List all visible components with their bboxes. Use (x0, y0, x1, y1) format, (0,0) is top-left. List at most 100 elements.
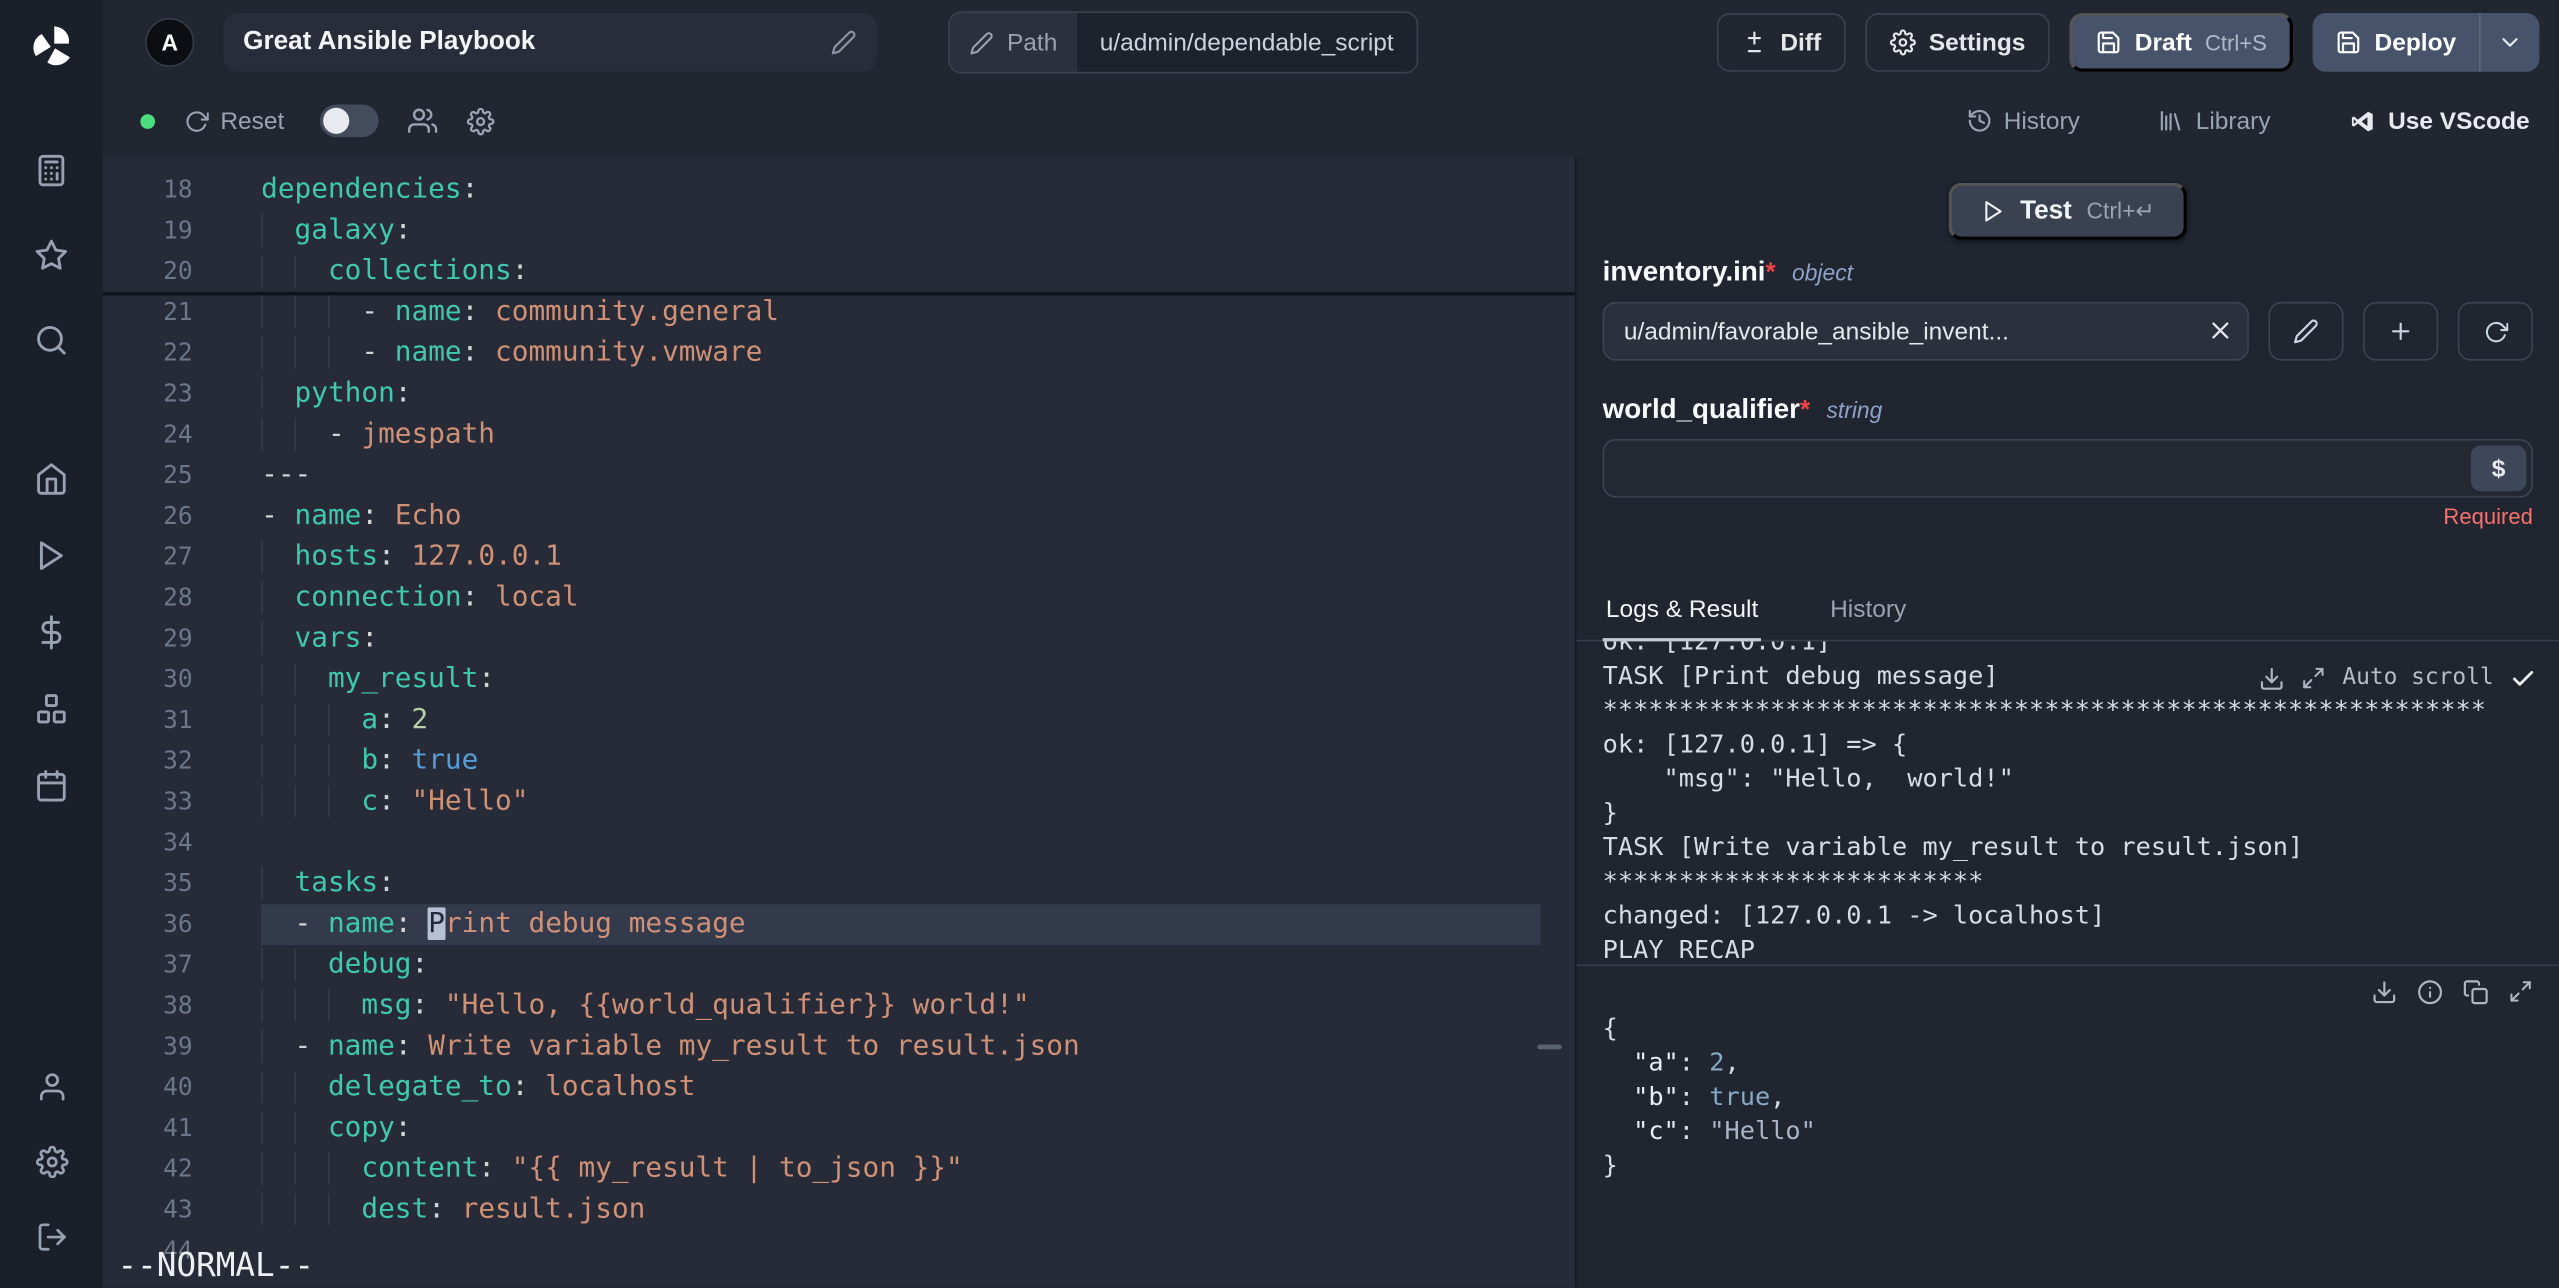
deploy-button[interactable]: Deploy (2313, 13, 2479, 72)
code-text[interactable]: tasks: (261, 863, 1540, 904)
path-group[interactable]: Path u/admin/dependable_script (948, 11, 1419, 74)
script-title-box[interactable]: Great Ansible Playbook (223, 13, 877, 72)
inventory-resource-input[interactable] (1602, 301, 2249, 361)
expand-result-icon[interactable] (2508, 979, 2532, 1005)
editor-line[interactable]: 37 debug: (103, 945, 1575, 986)
multiplayer-users-icon[interactable] (408, 106, 437, 135)
code-text[interactable]: dest: result.json (261, 1190, 1540, 1231)
edit-resource-button[interactable] (2268, 301, 2344, 361)
code-editor[interactable]: 18 dependencies: 19 galaxy: 20 collections:… (102, 156, 1575, 1288)
diff-button[interactable]: Diff (1716, 13, 1846, 72)
code-text[interactable]: - name: community.vmware (261, 333, 1540, 374)
tab-logs-result[interactable]: Logs & Result (1602, 581, 1762, 642)
code-text[interactable]: copy: (261, 1108, 1540, 1149)
editor-line[interactable]: 39 - name: Write variable my_result to r… (103, 1027, 1575, 1068)
editor-line[interactable]: 18 dependencies: (103, 170, 1575, 211)
editor-line[interactable]: 30 my_result: (103, 659, 1575, 700)
tab-history[interactable]: History (1827, 581, 1910, 640)
code-text[interactable]: a: 2 (261, 700, 1540, 741)
code-text[interactable]: dependencies: (261, 170, 1540, 211)
editor-line[interactable]: 36 - name: Print debug message (103, 904, 1575, 945)
schedules-calendar-icon[interactable] (0, 747, 103, 824)
editor-settings-gear-icon[interactable] (467, 107, 495, 135)
favorites-star-icon[interactable] (0, 212, 103, 297)
variables-dollar-icon[interactable] (0, 594, 103, 671)
code-text[interactable] (261, 1231, 1540, 1272)
auto-scroll-checkbox[interactable] (2510, 665, 2536, 691)
library-button[interactable]: Library (2158, 107, 2271, 135)
clear-x-icon[interactable] (2206, 317, 2234, 345)
test-button[interactable]: Test Ctrl+↵ (1948, 182, 2188, 240)
code-text[interactable]: c: "Hello" (261, 782, 1540, 823)
reset-button[interactable]: Reset (184, 107, 284, 135)
code-text[interactable]: b: true (261, 741, 1540, 782)
resources-boxes-icon[interactable] (0, 671, 103, 748)
editor-line[interactable]: 44 (103, 1231, 1575, 1272)
draft-button[interactable]: Draft Ctrl+S (2069, 13, 2293, 72)
code-text[interactable] (261, 823, 1540, 864)
refresh-resource-button[interactable] (2457, 301, 2533, 361)
editor-line[interactable]: 42 content: "{{ my_result | to_json }}" (103, 1149, 1575, 1190)
code-text[interactable]: collections: (261, 251, 1540, 292)
code-text[interactable]: debug: (261, 945, 1540, 986)
search-icon[interactable] (0, 297, 103, 382)
code-text[interactable]: hosts: 127.0.0.1 (261, 537, 1540, 578)
settings-button[interactable]: Settings (1865, 13, 2050, 72)
code-text[interactable]: galaxy: (261, 211, 1540, 252)
code-text[interactable]: connection: local (261, 578, 1540, 619)
path-label-segment[interactable]: Path (949, 13, 1077, 72)
editor-line[interactable]: 19 galaxy: (103, 211, 1575, 252)
editor-line[interactable]: 34 (103, 823, 1575, 864)
account-user-icon[interactable] (0, 1049, 103, 1124)
code-text[interactable]: vars: (261, 619, 1540, 660)
editor-line[interactable]: 26 - name: Echo (103, 496, 1575, 537)
deploy-dropdown-button[interactable] (2481, 13, 2540, 72)
editor-line[interactable]: 38 msg: "Hello, {{world_qualifier}} worl… (103, 986, 1575, 1027)
insert-variable-dollar-button[interactable]: $ (2470, 445, 2527, 492)
workspace-avatar[interactable]: A (145, 17, 195, 67)
editor-line[interactable]: 31 a: 2 (103, 700, 1575, 741)
edit-title-pencil-icon[interactable] (831, 29, 857, 55)
expand-logs-icon[interactable] (2302, 666, 2326, 690)
code-text[interactable]: - name: Print debug message (261, 904, 1541, 945)
editor-line[interactable]: 21 - name: community.general (103, 292, 1575, 333)
info-icon[interactable] (2417, 979, 2443, 1005)
add-resource-button[interactable] (2363, 301, 2439, 361)
runs-play-icon[interactable] (0, 517, 103, 594)
code-text[interactable]: --- (261, 455, 1540, 496)
apps-calculator-icon[interactable] (0, 127, 103, 212)
logs-output[interactable]: ok: [127.0.0.1] TASK [Print debug messag… (1576, 641, 2559, 967)
editor-line[interactable]: 35 tasks: (103, 863, 1575, 904)
editor-line[interactable]: 28 connection: local (103, 578, 1575, 619)
windmill-logo-icon[interactable] (27, 21, 76, 72)
editor-line[interactable]: 33 c: "Hello" (103, 782, 1575, 823)
code-text[interactable]: - name: Write variable my_result to resu… (261, 1027, 1540, 1068)
logout-icon[interactable] (0, 1200, 103, 1275)
editor-line[interactable]: 43 dest: result.json (103, 1190, 1575, 1231)
editor-line[interactable]: 23 python: (103, 374, 1575, 415)
code-text[interactable]: my_result: (261, 659, 1540, 700)
editor-line[interactable]: 27 hosts: 127.0.0.1 (103, 537, 1575, 578)
code-text[interactable]: - name: Echo (261, 496, 1540, 537)
history-button[interactable]: History (1966, 107, 2080, 135)
code-text[interactable]: - name: community.general (261, 292, 1540, 333)
diff-mode-toggle[interactable] (320, 104, 379, 138)
code-text[interactable]: - jmespath (261, 415, 1540, 456)
editor-line[interactable]: 41 copy: (103, 1108, 1575, 1149)
code-text[interactable]: msg: "Hello, {{world_qualifier}} world!" (261, 986, 1540, 1027)
code-text[interactable]: content: "{{ my_result | to_json }}" (261, 1149, 1540, 1190)
download-logs-icon[interactable] (2259, 665, 2285, 691)
workspace-settings-gear-icon[interactable] (0, 1124, 103, 1199)
result-json[interactable]: { "a": 2, "b": true, "c": "Hello"} (1577, 1005, 2559, 1189)
editor-line[interactable]: 20 collections: (103, 251, 1575, 292)
home-icon[interactable] (0, 441, 103, 518)
code-text[interactable]: delegate_to: localhost (261, 1067, 1540, 1108)
editor-line[interactable]: 22 - name: community.vmware (103, 333, 1575, 374)
download-result-icon[interactable] (2371, 979, 2397, 1005)
editor-line[interactable]: 32 b: true (103, 741, 1575, 782)
use-vscode-button[interactable]: Use VScode (2349, 107, 2530, 135)
editor-line[interactable]: 25 --- (103, 455, 1575, 496)
editor-line[interactable]: 40 delegate_to: localhost (103, 1067, 1575, 1108)
editor-line[interactable]: 24 - jmespath (103, 415, 1575, 456)
editor-line[interactable]: 29 vars: (103, 619, 1575, 660)
